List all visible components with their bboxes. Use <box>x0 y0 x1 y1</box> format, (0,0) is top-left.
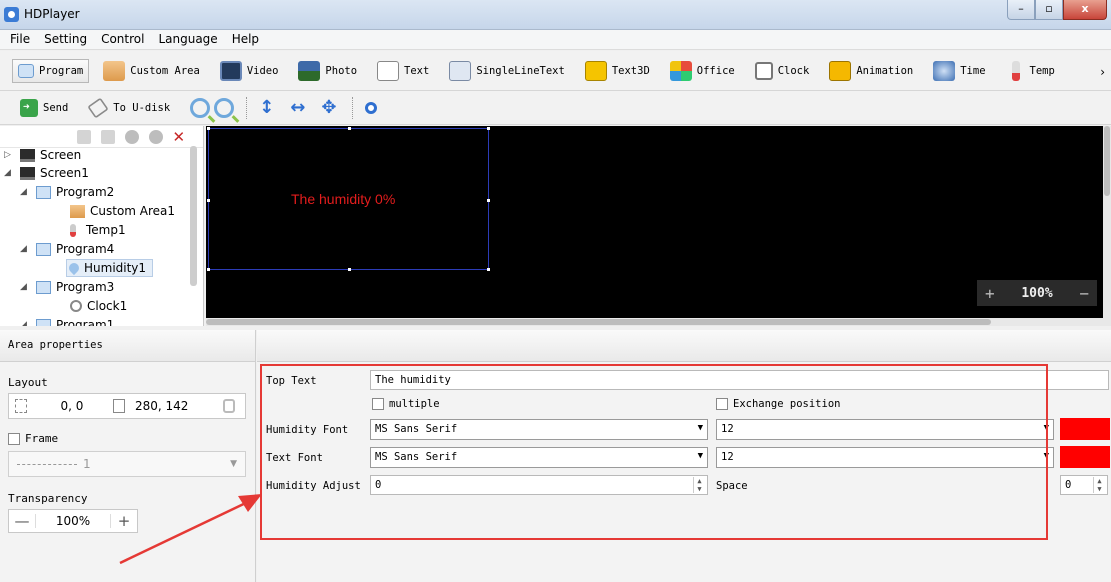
annotation-arrow-head <box>238 494 262 512</box>
annotation-arrow-line <box>119 498 253 565</box>
annotation-arrow <box>119 494 262 565</box>
